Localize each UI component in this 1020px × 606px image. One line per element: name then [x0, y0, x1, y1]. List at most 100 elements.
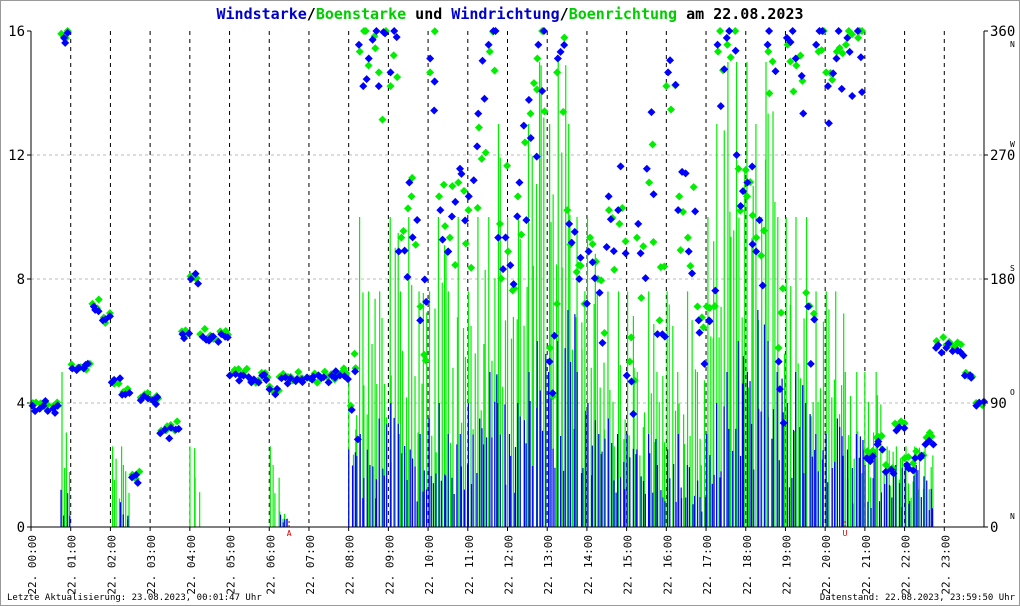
gust-direction-point: [553, 299, 562, 308]
wind-direction-point: [797, 71, 806, 80]
gust-direction-point: [378, 115, 387, 124]
x-tick-label: 22. 10:00: [423, 535, 436, 595]
gust-direction-point: [802, 288, 811, 297]
x-tick-label: 22. 19:00: [780, 535, 793, 595]
gust-direction-point: [639, 242, 648, 251]
gust-direction-point: [693, 302, 702, 311]
wind-direction-point: [473, 142, 482, 151]
gust-direction-point: [615, 219, 624, 228]
wind-direction-point: [430, 106, 439, 115]
gust-direction-point: [364, 61, 373, 70]
gust-direction-point: [667, 105, 676, 114]
gust-direction-point: [355, 47, 364, 56]
wind-direction-point: [447, 212, 456, 221]
wind-direction-point: [731, 46, 740, 55]
wind-direction-point: [436, 206, 445, 215]
wind-direction-point: [604, 192, 613, 201]
wind-direction-point: [666, 56, 675, 65]
wind-direction-point: [688, 269, 697, 278]
gust-direction-point: [768, 57, 777, 66]
x-tick-label: 22. 17:00: [701, 535, 714, 595]
x-tick-label: 22. 06:00: [264, 535, 277, 595]
x-tick-label: 22. 09:00: [383, 535, 396, 595]
gust-direction-point: [445, 233, 454, 242]
gust-direction-point: [439, 180, 448, 189]
wind-direction-point: [834, 27, 843, 35]
wind-direction-point: [700, 359, 709, 368]
gust-direction-point: [683, 233, 692, 242]
gust-direction-point: [686, 262, 695, 271]
wind-direction-point: [362, 75, 371, 84]
wind-direction-point: [560, 41, 569, 50]
wind-direction-point: [534, 40, 543, 49]
wind-direction-point: [584, 247, 593, 256]
compass-label: O: [1010, 388, 1015, 397]
wind-direction-point: [642, 164, 651, 173]
x-tick-label: 22. 14:00: [582, 535, 595, 595]
gust-direction-point: [828, 75, 837, 84]
wind-direction-point: [845, 47, 854, 56]
wind-direction-point: [408, 233, 417, 242]
gust-direction-point: [637, 293, 646, 302]
wind-direction-point: [413, 215, 422, 224]
y-tick-label: 12: [8, 148, 25, 164]
wind-direction-point: [474, 109, 483, 118]
gust-direction-point: [503, 161, 512, 170]
y-tick-label: 0: [17, 520, 25, 536]
wind-direction-point: [684, 247, 693, 256]
gust-direction-point: [645, 178, 654, 187]
x-tick-label: 22. 18:00: [741, 535, 754, 595]
wind-direction-point: [722, 33, 731, 42]
wind-direction-point: [732, 151, 741, 159]
wind-direction-point: [832, 54, 841, 63]
y-tick-label: 16: [8, 24, 25, 40]
x-tick-label: 22. 05:00: [225, 535, 238, 595]
x-tick-label: 22. 21:00: [860, 535, 873, 595]
gust-direction-point: [662, 82, 671, 91]
wind-direction-point: [354, 40, 363, 49]
x-tick-label: 22. 23:00: [939, 535, 952, 595]
x-tick-label: 22. 11:00: [463, 535, 476, 595]
compass-label: N: [1010, 40, 1015, 49]
gust-direction-point: [621, 237, 630, 246]
gust-direction-point: [675, 192, 684, 201]
gust-direction-point: [600, 329, 609, 338]
gust-direction-point: [655, 316, 664, 325]
gust-direction-point: [426, 68, 435, 77]
x-tick-label: 22. 15:00: [622, 535, 635, 595]
wind-direction-point: [636, 249, 645, 258]
chart-plot: 04812160N90O180S270W360N22. 00:00 22. 01:…: [8, 24, 1015, 595]
wind-direction-point: [464, 192, 473, 201]
y-tick-label: 8: [17, 272, 25, 288]
wind-direction-point: [545, 357, 554, 366]
gust-direction-point: [200, 324, 209, 333]
gust-direction-point: [411, 240, 420, 249]
gust-direction-point: [649, 237, 658, 246]
wind-direction-point: [878, 445, 887, 454]
x-tick-label: 22. 02:00: [105, 535, 118, 595]
wind-direction-point: [671, 80, 680, 89]
gust-direction-point: [441, 222, 450, 231]
wind-direction-point: [664, 68, 673, 77]
gust-direction-point: [386, 82, 395, 91]
wind-direction-point: [576, 253, 585, 262]
wind-direction-point: [765, 27, 774, 35]
x-tick-label: 22. 08:00: [344, 535, 357, 595]
event-marker-label: A: [287, 529, 292, 538]
wind-direction-point: [403, 273, 412, 282]
wind-direction-point: [736, 201, 745, 210]
gust-direction-point: [173, 417, 182, 426]
wind-direction-point: [420, 275, 429, 284]
gust-direction-point: [734, 164, 743, 173]
data-timestamp: Datenstand: 22.08.2023, 23:59:50 Uhr: [819, 593, 1015, 603]
gust-direction-point: [563, 206, 572, 215]
wind-direction-point: [165, 434, 174, 443]
wind-direction-point: [799, 109, 808, 118]
wind-direction-point: [522, 216, 531, 225]
gust-direction-point: [676, 246, 685, 255]
gust-direction-point: [689, 183, 698, 192]
wind-direction-point: [598, 338, 607, 347]
gust-direction-point: [560, 33, 569, 42]
gust-direction-point: [474, 123, 483, 132]
x-tick-label: 22. 16:00: [661, 535, 674, 595]
